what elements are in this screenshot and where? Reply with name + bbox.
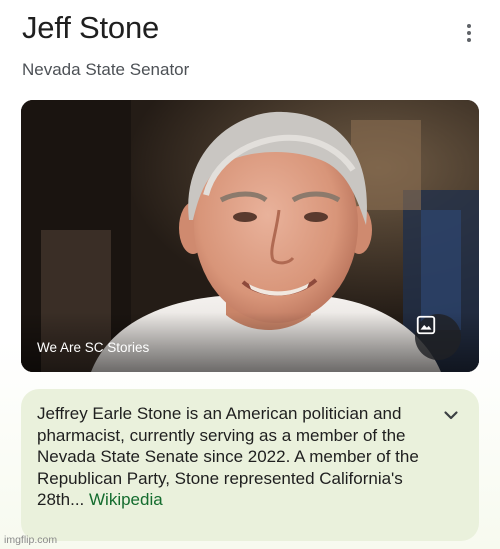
more-vert-icon — [467, 24, 471, 28]
view-images-button[interactable] — [415, 314, 461, 360]
wikipedia-link[interactable]: Wikipedia — [89, 490, 163, 509]
image-source: We Are SC Stories — [37, 340, 150, 355]
hero-image[interactable]: We Are SC Stories — [21, 100, 479, 372]
page-title: Jeff Stone — [22, 10, 160, 45]
description-card: Jeffrey Earle Stone is an American polit… — [21, 389, 479, 541]
description-ellipsis: ... — [70, 490, 85, 509]
watermark: imgflip.com — [4, 534, 58, 546]
expand-description-button[interactable] — [439, 403, 463, 427]
chevron-down-icon — [444, 411, 458, 420]
page-subtitle: Nevada State Senator — [22, 60, 190, 79]
more-options-button[interactable] — [458, 20, 480, 46]
image-icon — [416, 315, 436, 335]
